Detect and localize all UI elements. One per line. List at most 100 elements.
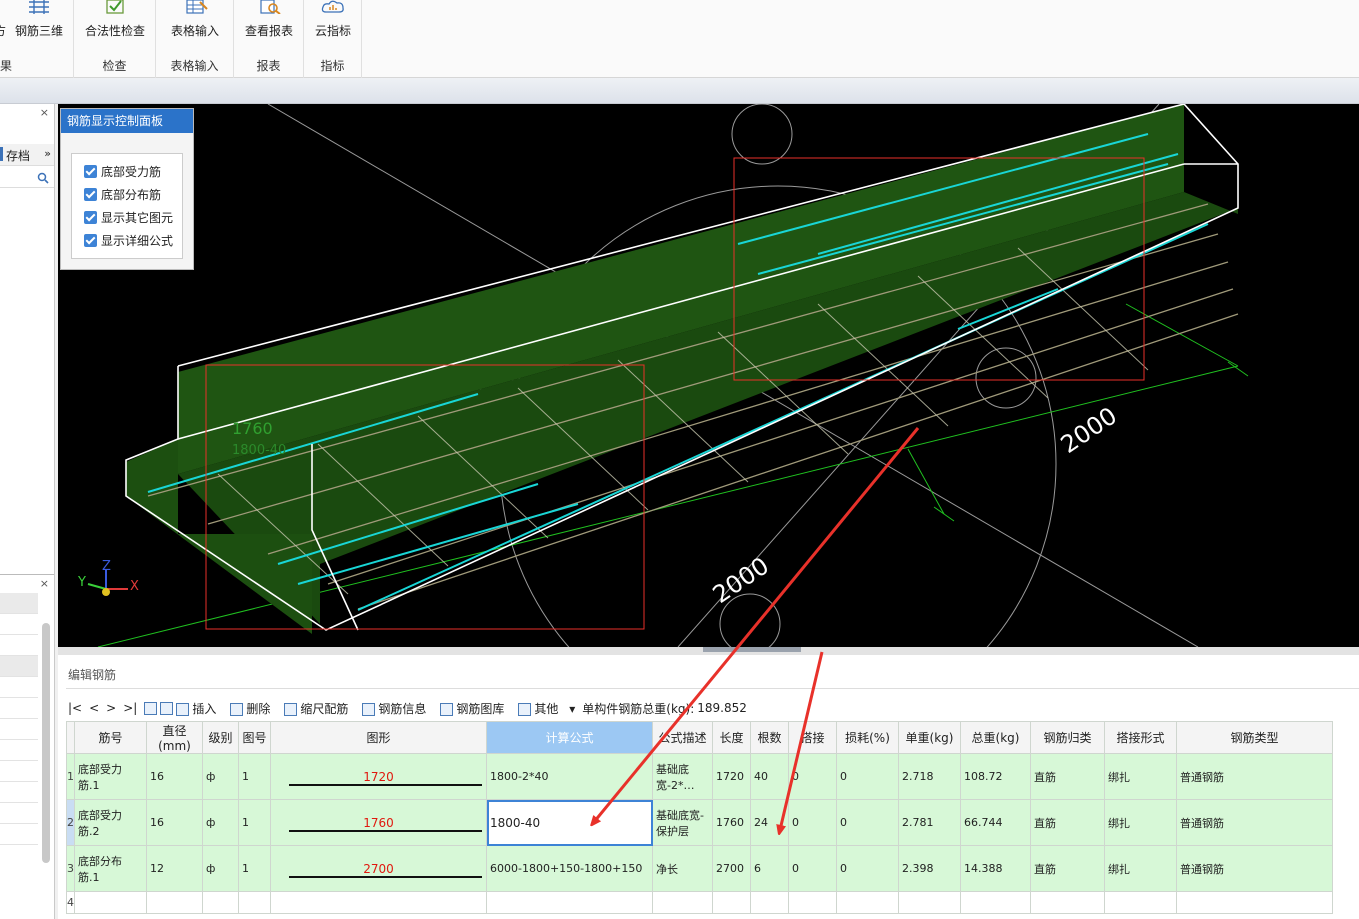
column-header[interactable]: 根数 bbox=[750, 721, 789, 754]
list-item[interactable] bbox=[0, 593, 38, 614]
other-dropdown[interactable]: 其他 ▾ bbox=[518, 700, 575, 717]
empty-cell[interactable] bbox=[1176, 891, 1333, 914]
empty-cell[interactable] bbox=[238, 891, 271, 914]
cell-count[interactable]: 24 bbox=[750, 799, 789, 846]
option-bottom-main-rebar[interactable]: 底部受力筋 bbox=[84, 160, 182, 183]
list-item[interactable] bbox=[0, 656, 38, 677]
cell-name[interactable]: 底部受力筋.2 bbox=[74, 799, 147, 846]
row-number[interactable]: 1 bbox=[66, 753, 75, 800]
cell-loss[interactable]: 0 bbox=[836, 753, 899, 800]
empty-cell[interactable] bbox=[750, 891, 789, 914]
cell-count[interactable]: 40 bbox=[750, 753, 789, 800]
list-item[interactable] bbox=[0, 719, 38, 740]
cell-name[interactable]: 底部受力筋.1 bbox=[74, 753, 147, 800]
list-item[interactable] bbox=[0, 677, 38, 698]
cell-formula-desc[interactable]: 净长 bbox=[652, 845, 713, 892]
cell-lap[interactable]: 0 bbox=[788, 845, 837, 892]
list-item[interactable] bbox=[0, 614, 38, 635]
cell-formula-desc[interactable]: 基础底宽-保护层 bbox=[652, 799, 713, 846]
column-header[interactable]: 直径(mm) bbox=[146, 721, 203, 754]
validity-check-button[interactable]: 合法性检查 bbox=[82, 0, 148, 50]
empty-cell[interactable] bbox=[74, 891, 147, 914]
cell-formula-desc[interactable]: 基础底宽-2*… bbox=[652, 753, 713, 800]
column-header[interactable]: 公式描述 bbox=[652, 721, 713, 754]
column-header[interactable]: 损耗(%) bbox=[836, 721, 899, 754]
search-icon[interactable] bbox=[37, 172, 49, 184]
column-header[interactable]: 钢筋类型 bbox=[1176, 721, 1333, 754]
list-item[interactable] bbox=[0, 698, 38, 719]
cell-figure[interactable]: 1 bbox=[238, 753, 271, 800]
cell-total-weight[interactable]: 14.388 bbox=[960, 845, 1031, 892]
nav-first-button[interactable]: |< bbox=[68, 701, 82, 715]
empty-cell[interactable] bbox=[202, 891, 239, 914]
column-header[interactable]: 钢筋归类 bbox=[1030, 721, 1105, 754]
cell-unit-weight[interactable]: 2.781 bbox=[898, 799, 961, 846]
rebar-library-button[interactable]: 钢筋图库 bbox=[440, 700, 511, 717]
column-header-selected[interactable]: 计算公式 bbox=[486, 721, 653, 754]
ribbon-button-partial[interactable]: 方 bbox=[0, 0, 6, 50]
table-row[interactable]: 3 底部分布筋.1 12 ф 1 2700 6000-1800+150-1800… bbox=[66, 845, 1333, 892]
column-header[interactable]: 筋号 bbox=[74, 721, 147, 754]
empty-cell[interactable] bbox=[712, 891, 751, 914]
cell-diameter[interactable]: 16 bbox=[146, 753, 203, 800]
option-show-detailed-formula[interactable]: 显示详细公式 bbox=[84, 229, 182, 252]
list-item[interactable] bbox=[0, 761, 38, 782]
cell-grade[interactable]: ф bbox=[202, 845, 239, 892]
table-row-empty[interactable]: 4 bbox=[66, 891, 1333, 914]
cell-name[interactable]: 底部分布筋.1 bbox=[74, 845, 147, 892]
cell-loss[interactable]: 0 bbox=[836, 799, 899, 846]
empty-cell[interactable] bbox=[898, 891, 961, 914]
move-down-icon[interactable] bbox=[160, 701, 174, 715]
column-header[interactable]: 搭接形式 bbox=[1104, 721, 1177, 754]
table-row[interactable]: 2 底部受力筋.2 16 ф 1 1760 1800-40 基础底宽-保护层 1… bbox=[66, 799, 1333, 846]
row-number[interactable]: 4 bbox=[66, 891, 75, 914]
nav-prev-button[interactable]: < bbox=[89, 701, 99, 715]
cell-lap[interactable]: 0 bbox=[788, 799, 837, 846]
table-row[interactable]: 1 底部受力筋.1 16 ф 1 1720 1800-2*40 基础底宽-2*…… bbox=[66, 753, 1333, 800]
rebar-3d-button[interactable]: 钢筋三维 bbox=[12, 0, 66, 50]
option-show-other-elements[interactable]: 显示其它图元 bbox=[84, 206, 182, 229]
checkbox-checked-icon[interactable] bbox=[84, 211, 97, 224]
cell-grade[interactable]: ф bbox=[202, 753, 239, 800]
rebar-info-button[interactable]: 钢筋信息 bbox=[362, 700, 433, 717]
empty-cell[interactable] bbox=[270, 891, 487, 914]
more-icon[interactable]: » bbox=[44, 147, 51, 160]
left-panel-search-input[interactable] bbox=[0, 168, 54, 188]
cell-loss[interactable]: 0 bbox=[836, 845, 899, 892]
row-number[interactable]: 2 bbox=[66, 799, 75, 846]
cell-diameter[interactable]: 16 bbox=[146, 799, 203, 846]
cell-count[interactable]: 6 bbox=[750, 845, 789, 892]
column-header[interactable]: 图形 bbox=[270, 721, 487, 754]
cloud-index-button[interactable]: 云指标 bbox=[308, 0, 358, 50]
empty-cell[interactable] bbox=[836, 891, 899, 914]
option-bottom-distribution-rebar[interactable]: 底部分布筋 bbox=[84, 183, 182, 206]
insert-button[interactable]: 插入 bbox=[176, 700, 223, 717]
table-input-button[interactable]: 表格输入 bbox=[162, 0, 228, 50]
list-item[interactable] bbox=[0, 782, 38, 803]
cell-formula-selected[interactable]: 1800-40 bbox=[486, 799, 653, 846]
column-header[interactable]: 单重(kg) bbox=[898, 721, 961, 754]
cell-formula[interactable]: 1800-2*40 bbox=[486, 753, 653, 800]
cell-total-weight[interactable]: 66.744 bbox=[960, 799, 1031, 846]
cell-length[interactable]: 2700 bbox=[712, 845, 751, 892]
view-report-button[interactable]: 查看报表 bbox=[238, 0, 300, 50]
cell-shape[interactable]: 1720 bbox=[270, 753, 487, 800]
empty-cell[interactable] bbox=[652, 891, 713, 914]
delete-button[interactable]: 删除 bbox=[230, 700, 277, 717]
move-up-icon[interactable] bbox=[144, 701, 158, 715]
cell-lap[interactable]: 0 bbox=[788, 753, 837, 800]
cell-category[interactable]: 直筋 bbox=[1030, 753, 1105, 800]
cell-unit-weight[interactable]: 2.718 bbox=[898, 753, 961, 800]
archive-button[interactable]: 存档 bbox=[6, 147, 30, 164]
cell-unit-weight[interactable]: 2.398 bbox=[898, 845, 961, 892]
checkbox-checked-icon[interactable] bbox=[84, 188, 97, 201]
cell-lap-type[interactable]: 绑扎 bbox=[1104, 799, 1177, 846]
cell-formula[interactable]: 6000-1800+150-1800+150 bbox=[486, 845, 653, 892]
close-icon[interactable]: × bbox=[40, 106, 49, 119]
nav-last-button[interactable]: >| bbox=[123, 701, 137, 715]
column-header[interactable]: 图号 bbox=[238, 721, 271, 754]
cell-rebar-type[interactable]: 普通钢筋 bbox=[1176, 753, 1333, 800]
empty-cell[interactable] bbox=[788, 891, 837, 914]
splitter-grip[interactable] bbox=[703, 647, 801, 652]
empty-cell[interactable] bbox=[1030, 891, 1105, 914]
